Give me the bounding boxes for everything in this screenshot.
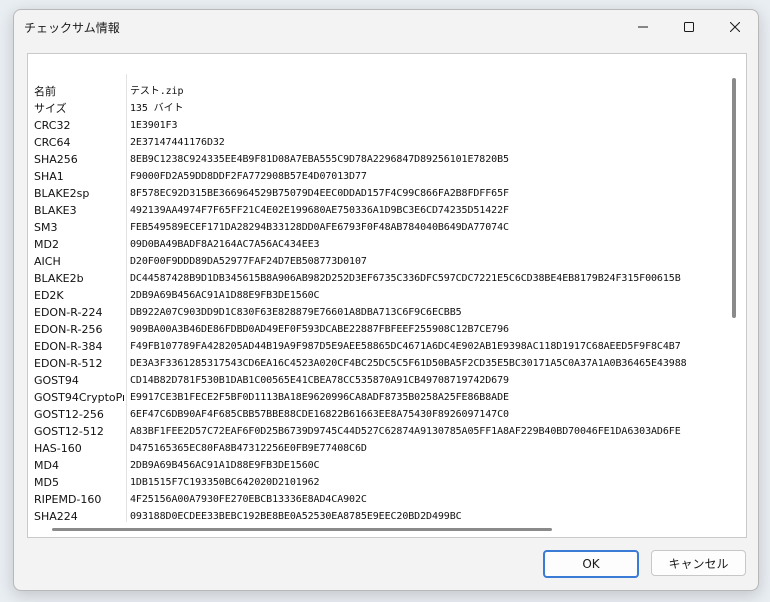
row-label: EDON-R-224 [34,306,103,319]
table-row[interactable]: GOST94 CD14B82D781F530B1DAB1C00565E41CBEA… [34,372,728,389]
row-label: GOST94CryptoPro [34,391,124,404]
row-value: D475165365EC80FA8B47312256E0FB9E77408C6D [130,443,367,454]
row-label: AICH [34,255,61,268]
row-value: 6EF47C6DB90AF4F685CBB57BBE88CDE16822B616… [130,409,509,420]
row-value: 2DB9A69B456AC91A1D88E9FB3DE1560C [130,460,320,471]
table-row[interactable]: サイズ 135 バイト [34,100,728,117]
row-value: D20F00F9DDD89DA52977FAF24D7EB508773D0107 [130,256,367,267]
horizontal-scrollbar[interactable] [52,528,552,531]
table-row[interactable]: 名前 テスト.zip [34,83,728,100]
table-row[interactable]: EDON-R-512 DE3A3F3361285317543CD6EA16C452… [34,355,728,372]
table-row[interactable]: GOST12-512 A83BF1FEE2D57C72EAF6F0D25B6739… [34,423,728,440]
row-value: F9000FD2A59DD8DDF2FA772908B57E4D07013D77 [130,171,367,182]
row-label: RIPEMD-160 [34,493,102,506]
row-value: 8F578EC92D315BE366964529B75079D4EEC0DDAD… [130,188,509,199]
table-row[interactable]: SHA224 093188D0ECDEE33BEBC192BE8BE0A52530… [34,508,728,522]
row-label: SHA1 [34,170,64,183]
maximize-icon [684,22,694,32]
row-label: GOST94 [34,374,79,387]
row-label: CRC32 [34,119,71,132]
row-value: 492139AA4974F7F65FF21C4E02E199680AE75033… [130,205,509,216]
row-label: BLAKE2b [34,272,84,285]
table-row[interactable]: GOST94CryptoPro E9917CE3B1FECE2F5BF0D1113… [34,389,728,406]
row-label: BLAKE2sp [34,187,90,200]
row-label: HAS-160 [34,442,82,455]
row-value: 909BA00A3B46DE86FDBD0AD49EF0F593DCABE228… [130,324,509,335]
title-bar[interactable]: チェックサム情報 [14,10,758,44]
cancel-button[interactable]: キャンセル [651,550,746,576]
row-value: DC44587428B9D1DB345615B8A906AB982D252D3E… [130,273,681,284]
close-button[interactable] [712,10,758,44]
row-label: MD4 [34,459,59,472]
row-value: FEB549589ECEF171DA28294B33128DD0AFE6793F… [130,222,509,233]
window-title: チェックサム情報 [24,21,120,35]
row-label: 名前 [34,85,56,98]
table-row[interactable]: CRC32 1E3901F3 [34,117,728,134]
row-label: EDON-R-384 [34,340,103,353]
row-label: GOST12-512 [34,425,104,438]
minimize-button[interactable] [620,10,666,44]
row-value: 2E37147441176D32 [130,137,225,148]
table-row[interactable]: SHA1 F9000FD2A59DD8DDF2FA772908B57E4D0701… [34,168,728,185]
row-value: 2DB9A69B456AC91A1D88E9FB3DE1560C [130,290,320,301]
row-value: 093188D0ECDEE33BEBC192BE8BE0A52530EA8785… [130,511,462,522]
table-row[interactable]: EDON-R-224 DB922A07C903DD9D1C830F63E82887… [34,304,728,321]
row-label: ED2K [34,289,64,302]
table-row[interactable]: ED2K 2DB9A69B456AC91A1D88E9FB3DE1560C [34,287,728,304]
checksum-list[interactable]: 名前 テスト.zip サイズ 135 バイト CRC32 1E3901F3 CRC64 2E3… [27,53,747,538]
table-row[interactable]: MD4 2DB9A69B456AC91A1D88E9FB3DE1560C [34,457,728,474]
row-value: CD14B82D781F530B1DAB1C00565E41CBEA78CC53… [130,375,509,386]
table-row[interactable]: BLAKE2b DC44587428B9D1DB345615B8A906AB982… [34,270,728,287]
table-row[interactable]: GOST12-256 6EF47C6DB90AF4F685CBB57BBE88CD… [34,406,728,423]
close-icon [730,22,740,32]
ok-button[interactable]: OK [543,550,639,578]
minimize-icon [638,26,648,28]
row-label: BLAKE3 [34,204,77,217]
table-row[interactable]: SM3 FEB549589ECEF171DA28294B33128DD0AFE67… [34,219,728,236]
maximize-button[interactable] [666,10,712,44]
row-value: E9917CE3B1FECE2F5BF0D1113BA18E9620996CA8… [130,392,509,403]
row-value: A83BF1FEE2D57C72EAF6F0D25B6739D9745C44D5… [130,426,681,437]
row-value: 4F25156A00A7930FE270EBCB13336E8AD4CA902C [130,494,367,505]
row-value: テスト.zip [130,86,184,97]
row-label: SM3 [34,221,58,234]
row-label: CRC64 [34,136,71,149]
vertical-scrollbar[interactable] [732,78,736,318]
row-label: EDON-R-256 [34,323,103,336]
table-row[interactable]: AICH D20F00F9DDD89DA52977FAF24D7EB508773D… [34,253,728,270]
table-row[interactable]: BLAKE3 492139AA4974F7F65FF21C4E02E199680A… [34,202,728,219]
table-row[interactable]: EDON-R-384 F49FB107789FA428205AD44B19A9F9… [34,338,728,355]
row-value: DB922A07C903DD9D1C830F63E828879E76601A8D… [130,307,462,318]
row-value: F49FB107789FA428205AD44B19A9F987D5E9AEE5… [130,341,681,352]
table-row[interactable]: RIPEMD-160 4F25156A00A7930FE270EBCB13336E… [34,491,728,508]
row-value: 09D0BA49BADF8A2164AC7A56AC434EE3 [130,239,320,250]
row-label: SHA256 [34,153,78,166]
table-row[interactable]: BLAKE2sp 8F578EC92D315BE366964529B75079D4… [34,185,728,202]
row-label: SHA224 [34,510,78,522]
table-row[interactable]: EDON-R-256 909BA00A3B46DE86FDBD0AD49EF0F5… [34,321,728,338]
row-label: サイズ [34,102,67,115]
row-value: 8EB9C1238C924335EE4B9F81D08A7EBA555C9D78… [130,154,509,165]
table-row[interactable]: MD2 09D0BA49BADF8A2164AC7A56AC434EE3 [34,236,728,253]
row-value: 1E3901F3 [130,120,178,131]
row-label: MD2 [34,238,59,251]
row-value: DE3A3F3361285317543CD6EA16C4523A020CF4BC… [130,358,687,369]
row-label: MD5 [34,476,59,489]
row-label: GOST12-256 [34,408,104,421]
row-label: EDON-R-512 [34,357,103,370]
table-row[interactable]: MD5 1DB1515F7C193350BC642020D2101962 [34,474,728,491]
checksum-dialog: チェックサム情報 名前 テスト.zip サイズ 135 バイト CRC32 1E3901F… [13,9,759,591]
table-row[interactable]: CRC64 2E37147441176D32 [34,134,728,151]
checksum-rows: 名前 テスト.zip サイズ 135 バイト CRC32 1E3901F3 CRC64 2E3… [34,83,728,522]
table-row[interactable]: SHA256 8EB9C1238C924335EE4B9F81D08A7EBA55… [34,151,728,168]
row-value: 135 バイト [130,103,184,114]
row-value: 1DB1515F7C193350BC642020D2101962 [130,477,320,488]
table-row[interactable]: HAS-160 D475165365EC80FA8B47312256E0FB9E7… [34,440,728,457]
